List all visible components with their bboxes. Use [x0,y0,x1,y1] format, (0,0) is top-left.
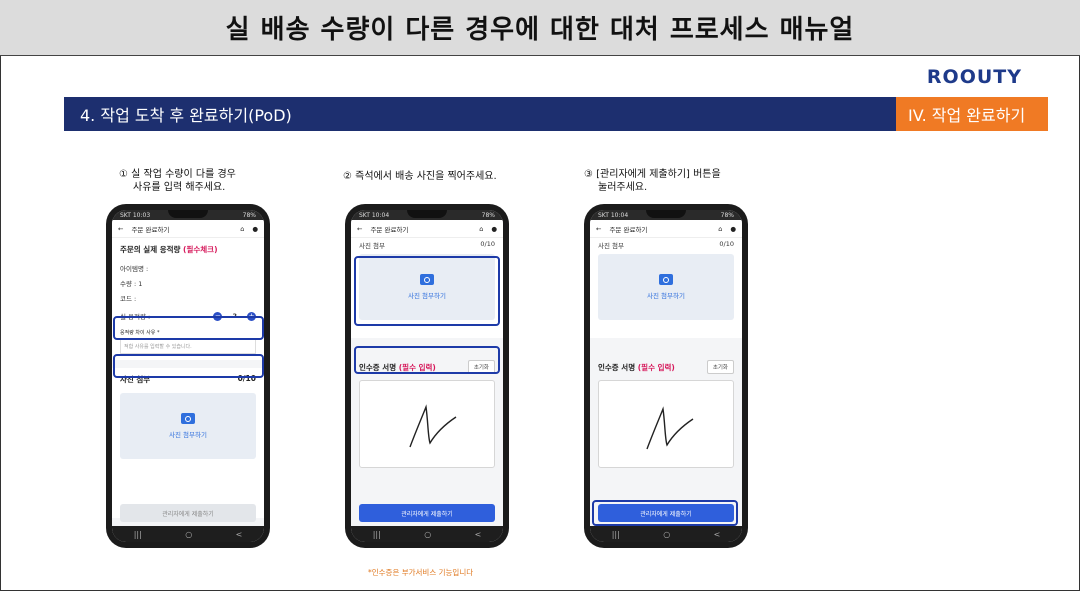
app-bar-title: 주문 완료하기 [131,225,170,234]
qty-label: 수량 : 1 [120,280,143,288]
user-icon[interactable]: ● [491,225,497,233]
app-bar: ← 주문 완료하기 ⌂ ● [590,220,742,238]
back-icon[interactable]: ← [357,225,362,233]
photo-upload-box[interactable]: 사진 첨부하기 [120,393,256,459]
step-3-line1: ③ [관리자에게 제출하기] 버튼을 [584,169,721,180]
phone-3: SKT 10:04 78% ← 주문 완료하기 ⌂ ● 사진 첨부 0/10 사… [584,204,748,548]
home-nav-icon[interactable]: ○ [185,530,192,539]
app-bar-title: 주문 완료하기 [370,225,409,234]
app-bar: ← 주문 완료하기 ⌂ ● [351,220,503,238]
signature-pad[interactable] [359,380,495,468]
photo-section-title: 사진 첨부 [359,242,385,250]
required-mark: (필수체크) [183,245,218,254]
brand-logo: ROOUTY [926,66,1022,88]
step-2-line1: ② 즉석에서 배송 사진을 찍어주세요. [343,171,497,182]
slide-title: 실 배송 수량이 다른 경우에 대한 대처 프로세스 매뉴얼 [0,0,1080,56]
qty-section-title: 주문의 실제 응적량 (필수체크) [120,245,218,254]
back-nav-icon[interactable]: < [236,530,243,539]
back-icon[interactable]: ← [596,225,601,233]
system-nav-bar: ||| ○ < [112,526,264,542]
photo-count: 0/10 [719,240,734,248]
system-nav-bar: ||| ○ < [351,526,503,542]
back-nav-icon[interactable]: < [475,530,482,539]
qty-card: 주문의 실제 응적량 (필수체크) 아이템명 : 수량 : 1 코드 : 실 응… [112,238,264,360]
recent-apps-icon[interactable]: ||| [612,530,620,539]
system-nav-bar: ||| ○ < [590,526,742,542]
camera-notch [407,210,447,218]
signature-pad[interactable] [598,380,734,468]
user-icon[interactable]: ● [252,225,258,233]
home-icon[interactable]: ⌂ [479,225,483,233]
submit-button[interactable]: 관리자에게 제출하기 [120,504,256,522]
photo-section-title: 사진 첨부 [598,242,624,250]
submit-button[interactable]: 관리자에게 제출하기 [359,504,495,522]
step-1-caption: ① 실 작업 수량이 다를 경우 사유를 입력 해주세요. [119,168,236,194]
recent-apps-icon[interactable]: ||| [134,530,142,539]
status-battery: 78% [481,211,495,219]
photo-upload-label: 사진 첨부하기 [647,292,685,300]
photo-count: 0/10 [480,240,495,248]
phone-3-screen: SKT 10:04 78% ← 주문 완료하기 ⌂ ● 사진 첨부 0/10 사… [590,210,742,542]
signature-header: 인수증 서명 (필수 입력) 초기화 [598,360,734,374]
signature-label: 인수증 서명 (필수 입력) [598,362,675,372]
highlight-actual-qty [113,316,264,340]
status-time: SKT 10:04 [359,211,390,219]
home-icon[interactable]: ⌂ [240,225,244,233]
item-name-label: 아이템명 : [120,265,149,273]
status-time: SKT 10:03 [120,211,151,219]
photo-upload-box[interactable]: 사진 첨부하기 [598,254,734,320]
step-1-line1: ① 실 작업 수량이 다를 경우 [119,169,236,180]
signature-stroke [646,406,694,450]
step-3-line2: 눌러주세요. [598,182,648,193]
highlight-photo-upload [354,256,500,326]
back-nav-icon[interactable]: < [714,530,721,539]
status-time: SKT 10:04 [598,211,629,219]
camera-icon [181,413,195,424]
recent-apps-icon[interactable]: ||| [373,530,381,539]
step-3-caption: ③ [관리자에게 제출하기] 버튼을 눌러주세요. [584,168,721,194]
photo-card: 사진 첨부 0/10 사진 첨부하기 [590,238,742,338]
section-title-bar: 4. 작업 도착 후 완료하기(PoD) [64,97,896,131]
highlight-submit [592,500,738,526]
app-bar: ← 주문 완료하기 ⌂ ● [112,220,264,238]
home-icon[interactable]: ⌂ [718,225,722,233]
footnote: *인수증은 부가서비스 기능입니다 [368,568,474,577]
status-battery: 78% [720,211,734,219]
signature-stroke [409,404,457,448]
camera-icon [659,274,673,285]
status-battery: 78% [242,211,256,219]
step-1-line2: 사유를 입력 해주세요. [133,182,226,193]
back-icon[interactable]: ← [118,225,123,233]
home-nav-icon[interactable]: ○ [424,530,431,539]
camera-notch [646,210,686,218]
highlight-signature [354,346,500,374]
highlight-reason [113,354,264,378]
reset-button[interactable]: 초기화 [706,360,734,374]
camera-notch [168,210,208,218]
code-label: 코드 : [120,295,137,303]
home-nav-icon[interactable]: ○ [663,530,670,539]
photo-upload-label: 사진 첨부하기 [169,431,207,439]
required-mark: (필수 입력) [637,362,675,372]
reason-input[interactable]: 적합 사유를 입력할 수 있습니다. [120,339,256,354]
step-2-caption: ② 즉석에서 배송 사진을 찍어주세요. [343,170,497,183]
user-icon[interactable]: ● [730,225,736,233]
section-tag: IV. 작업 완료하기 [896,97,1048,131]
app-bar-title: 주문 완료하기 [609,225,648,234]
photo-card: 사진 첨부 0/10 사진 첨부하기 [112,368,264,518]
